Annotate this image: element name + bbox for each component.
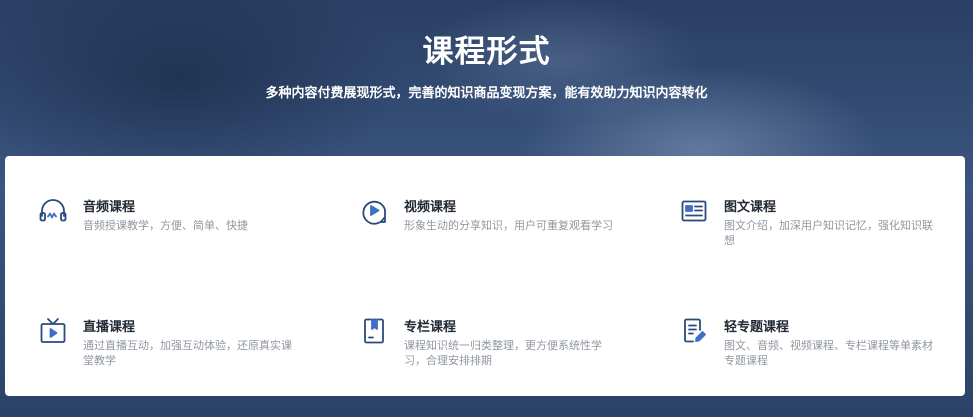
course-name: 图文课程 [724,200,777,215]
course-desc: 图文介绍，加深用户知识记忆，强化知识联想 [724,219,933,247]
headphones-icon [38,196,68,226]
live-tv-icon [38,316,68,346]
course-name: 轻专题课程 [724,320,790,335]
image-text-icon [679,196,709,226]
document-edit-icon [679,316,709,346]
course-desc: 通过直播互动，加强互动体验，还原真实课堂教学 [83,339,292,367]
course-desc: 音频授课教学，方便、简单、快捷 [83,219,248,232]
course-name: 专栏课程 [404,320,457,335]
course-types-card: 音频课程 音频授课教学，方便、简单、快捷 视频课程 形象生动的分享知识，用户可重… [5,156,965,396]
course-desc: 课程知识统一归类整理，更方便系统性学习，合理安排排期 [404,339,602,367]
course-name: 直播课程 [83,320,136,335]
page-subtitle: 多种内容付费展现形式，完善的知识商品变现方案，能有效助力知识内容转化 [265,86,708,101]
column-book-icon [359,316,389,346]
course-desc: 形象生动的分享知识，用户可重复观看学习 [404,219,613,232]
course-name: 视频课程 [404,200,457,215]
course-name: 音频课程 [83,200,136,215]
video-play-icon [359,196,389,226]
course-desc: 图文、音频、视频课程、专栏课程等单素材专题课程 [724,339,933,367]
page-title: 课程形式 [422,34,551,70]
